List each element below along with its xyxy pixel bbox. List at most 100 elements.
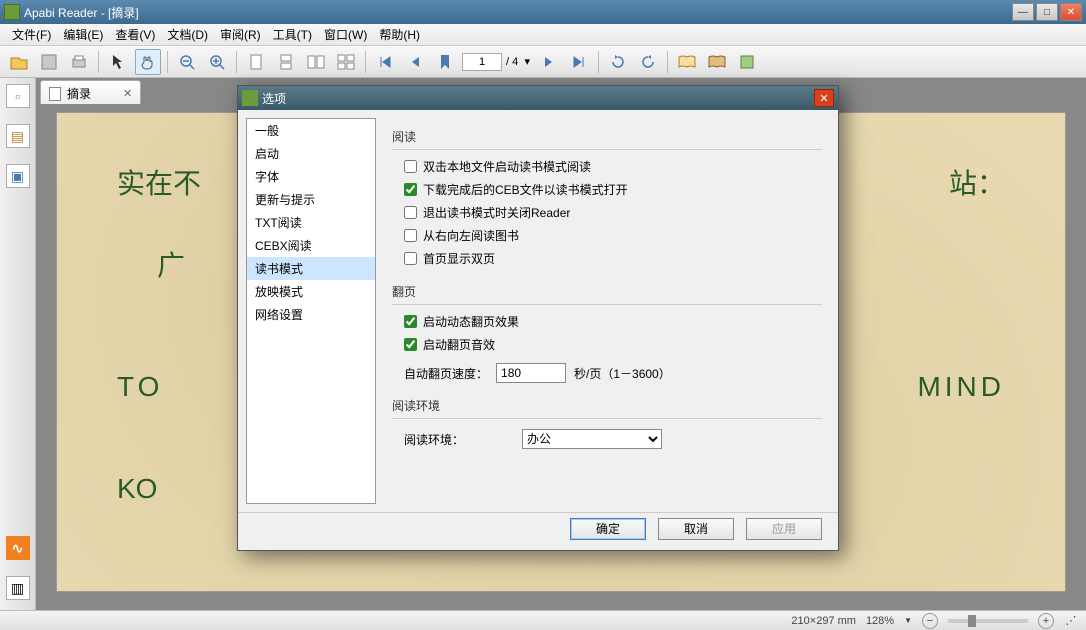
bookmark-icon[interactable] — [432, 49, 458, 75]
chk-ceb-open-box[interactable] — [404, 183, 417, 196]
dropdown-icon[interactable]: ▾ — [522, 49, 532, 75]
cat-general[interactable]: 一般 — [247, 119, 375, 142]
facing-page-icon[interactable] — [303, 49, 329, 75]
group-pageturn-label: 翻页 — [392, 283, 822, 300]
page-total-label: / 4 — [506, 56, 518, 68]
resize-grip-icon: ⋰ — [1064, 614, 1078, 627]
zoom-label: 128% — [866, 615, 894, 627]
chk-close-reader[interactable]: 退出读书模式时关闭Reader — [404, 204, 822, 221]
zoom-out-button[interactable]: − — [922, 613, 938, 629]
rotate-right-icon[interactable] — [635, 49, 661, 75]
chk-sound[interactable]: 启动翻页音效 — [404, 336, 822, 353]
page-size-label: 210×297 mm — [791, 615, 856, 627]
cat-txt[interactable]: TXT阅读 — [247, 211, 375, 234]
left-sidebar: ▫ ▤ ▣ ∿ ▥ — [0, 78, 36, 610]
chk-double-click-box[interactable] — [404, 160, 417, 173]
env-select[interactable]: 办公 — [522, 429, 662, 449]
sidebar-layout-icon[interactable]: ▥ — [6, 576, 30, 600]
zoom-slider[interactable] — [948, 619, 1028, 623]
print-icon[interactable] — [66, 49, 92, 75]
close-button[interactable]: ✕ — [1060, 3, 1082, 21]
auto-speed-input[interactable] — [496, 363, 566, 383]
group-env-label: 阅读环境 — [392, 397, 822, 414]
open-icon[interactable] — [6, 49, 32, 75]
continuous-facing-icon[interactable] — [333, 49, 359, 75]
group-reading-label: 阅读 — [392, 128, 822, 145]
tab-close-icon[interactable]: ✕ — [123, 87, 132, 100]
save-icon[interactable] — [36, 49, 62, 75]
document-tab[interactable]: 摘录 ✕ — [40, 80, 141, 104]
cat-startup[interactable]: 启动 — [247, 142, 375, 165]
cat-cebx[interactable]: CEBX阅读 — [247, 234, 375, 257]
next-page-icon[interactable] — [536, 49, 562, 75]
doc-icon — [49, 87, 61, 101]
chk-anim-box[interactable] — [404, 315, 417, 328]
auto-speed-label: 自动翻页速度： — [404, 365, 488, 382]
maximize-button[interactable]: □ — [1036, 3, 1058, 21]
rotate-left-icon[interactable] — [605, 49, 631, 75]
env-label: 阅读环境： — [404, 431, 514, 448]
options-dialog: 选项 ✕ 一般 启动 字体 更新与提示 TXT阅读 CEBX阅读 读书模式 放映… — [237, 85, 839, 551]
cat-network[interactable]: 网络设置 — [247, 303, 375, 326]
last-page-icon[interactable] — [566, 49, 592, 75]
menu-window[interactable]: 窗口(W) — [318, 24, 373, 45]
dialog-title-text: 选项 — [262, 90, 286, 107]
app-icon — [4, 4, 20, 20]
first-page-icon[interactable] — [372, 49, 398, 75]
window-titlebar: Apabi Reader - [摘录] — □ ✕ — [0, 0, 1086, 24]
menu-edit[interactable]: 编辑(E) — [57, 24, 109, 45]
menu-document[interactable]: 文档(D) — [161, 24, 214, 45]
chk-anim[interactable]: 启动动态翻页效果 — [404, 313, 822, 330]
auto-speed-unit: 秒/页（1－3600） — [574, 365, 671, 382]
chk-sound-box[interactable] — [404, 338, 417, 351]
menu-help[interactable]: 帮助(H) — [373, 24, 426, 45]
chk-rtl-box[interactable] — [404, 229, 417, 242]
zoom-in-button[interactable]: + — [1038, 613, 1054, 629]
page-number-input[interactable] — [462, 53, 502, 71]
menu-file[interactable]: 文件(F) — [6, 24, 57, 45]
menu-review[interactable]: 审阅(R) — [214, 24, 267, 45]
ok-button[interactable]: 确定 — [570, 518, 646, 540]
pointer-icon[interactable] — [105, 49, 131, 75]
document-tab-label: 摘录 — [67, 85, 91, 102]
dialog-icon — [242, 90, 258, 106]
apply-button[interactable]: 应用 — [746, 518, 822, 540]
chk-double-click[interactable]: 双击本地文件启动读书模式阅读 — [404, 158, 822, 175]
book-mode-icon[interactable] — [674, 49, 700, 75]
zoom-dropdown-icon[interactable]: ▼ — [904, 616, 912, 625]
continuous-page-icon[interactable] — [273, 49, 299, 75]
zoom-in-icon[interactable] — [204, 49, 230, 75]
single-page-icon[interactable] — [243, 49, 269, 75]
chk-rtl[interactable]: 从右向左阅读图书 — [404, 227, 822, 244]
prev-page-icon[interactable] — [402, 49, 428, 75]
cat-update[interactable]: 更新与提示 — [247, 188, 375, 211]
menubar: 文件(F) 编辑(E) 查看(V) 文档(D) 审阅(R) 工具(T) 窗口(W… — [0, 24, 1086, 46]
chk-first-double[interactable]: 首页显示双页 — [404, 250, 822, 267]
minimize-button[interactable]: — — [1012, 3, 1034, 21]
toolbar: / 4 ▾ — [0, 46, 1086, 78]
chk-close-reader-box[interactable] — [404, 206, 417, 219]
cat-font[interactable]: 字体 — [247, 165, 375, 188]
sidebar-thumbnail-icon[interactable]: ▤ — [6, 124, 30, 148]
sidebar-page-icon[interactable]: ▫ — [6, 84, 30, 108]
cat-reading-mode[interactable]: 读书模式 — [247, 257, 375, 280]
dialog-titlebar: 选项 ✕ — [238, 86, 838, 110]
category-list: 一般 启动 字体 更新与提示 TXT阅读 CEBX阅读 读书模式 放映模式 网络… — [246, 118, 376, 504]
statusbar: 210×297 mm 128% ▼ − + ⋰ — [0, 610, 1086, 630]
dialog-close-button[interactable]: ✕ — [814, 89, 834, 107]
zoom-out-icon[interactable] — [174, 49, 200, 75]
menu-tools[interactable]: 工具(T) — [267, 24, 318, 45]
cancel-button[interactable]: 取消 — [658, 518, 734, 540]
menu-view[interactable]: 查看(V) — [109, 24, 161, 45]
window-title: Apabi Reader - [摘录] — [24, 4, 1012, 21]
cat-presentation[interactable]: 放映模式 — [247, 280, 375, 303]
settings-panel: 阅读 双击本地文件启动读书模式阅读 下载完成后的CEB文件以读书模式打开 退出读… — [384, 118, 830, 504]
dialog-buttons: 确定 取消 应用 — [238, 512, 838, 544]
sidebar-rss-icon[interactable]: ∿ — [6, 536, 30, 560]
book-read-icon[interactable] — [704, 49, 730, 75]
hand-icon[interactable] — [135, 49, 161, 75]
chk-ceb-open[interactable]: 下载完成后的CEB文件以读书模式打开 — [404, 181, 822, 198]
settings-icon[interactable] — [734, 49, 760, 75]
chk-first-double-box[interactable] — [404, 252, 417, 265]
sidebar-bookmark-icon[interactable]: ▣ — [6, 164, 30, 188]
